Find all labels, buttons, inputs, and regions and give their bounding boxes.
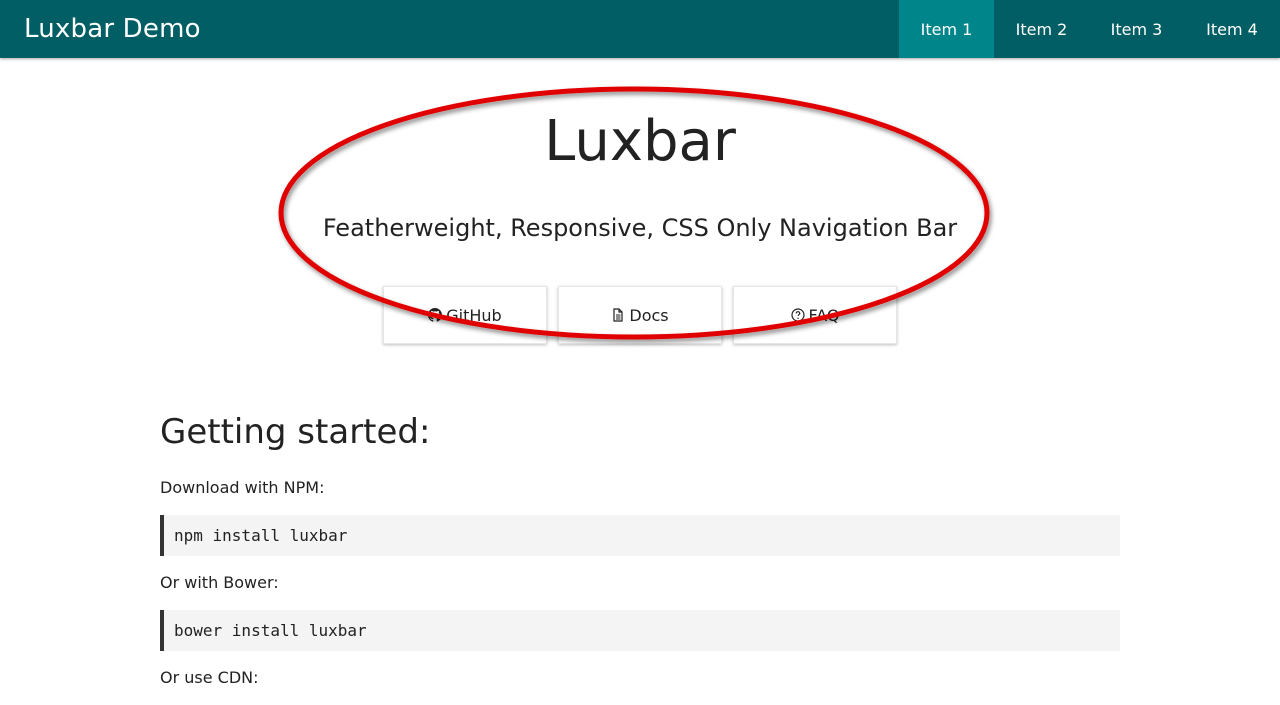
faq-button[interactable]: FAQ bbox=[733, 286, 897, 344]
github-icon bbox=[428, 308, 443, 322]
faq-button-label: FAQ bbox=[808, 305, 840, 325]
docs-button-label: Docs bbox=[629, 305, 669, 325]
nav-item-4[interactable]: Item 4 bbox=[1184, 0, 1280, 58]
getting-started-section: Getting started: Download with NPM: npm … bbox=[160, 404, 1120, 705]
bower-label: Or with Bower: bbox=[160, 573, 279, 592]
github-button-label: GitHub bbox=[446, 305, 502, 325]
npm-label: Download with NPM: bbox=[160, 478, 325, 497]
nav-item-2[interactable]: Item 2 bbox=[994, 0, 1089, 58]
getting-started-title: Getting started: bbox=[160, 412, 431, 452]
document-icon bbox=[611, 308, 625, 322]
navbar: Luxbar Demo Item 1 Item 2 Item 3 Item 4 bbox=[0, 0, 1280, 58]
github-button[interactable]: GitHub bbox=[383, 286, 547, 344]
nav-menu: Item 1 Item 2 Item 3 Item 4 bbox=[899, 0, 1280, 58]
cdn-label: Or use CDN: bbox=[160, 668, 259, 687]
nav-item-1[interactable]: Item 1 bbox=[899, 0, 994, 58]
docs-button[interactable]: Docs bbox=[558, 286, 722, 344]
bower-code-block[interactable]: bower install luxbar bbox=[160, 610, 1120, 651]
question-circle-icon bbox=[790, 308, 805, 322]
hero-buttons: GitHub Docs FAQ bbox=[383, 286, 897, 344]
nav-item-3[interactable]: Item 3 bbox=[1089, 0, 1184, 58]
hero-subtitle: Featherweight, Responsive, CSS Only Navi… bbox=[322, 214, 958, 242]
hero-title: Luxbar bbox=[544, 109, 736, 174]
brand-link[interactable]: Luxbar Demo bbox=[0, 14, 201, 44]
npm-code-block[interactable]: npm install luxbar bbox=[160, 515, 1120, 556]
